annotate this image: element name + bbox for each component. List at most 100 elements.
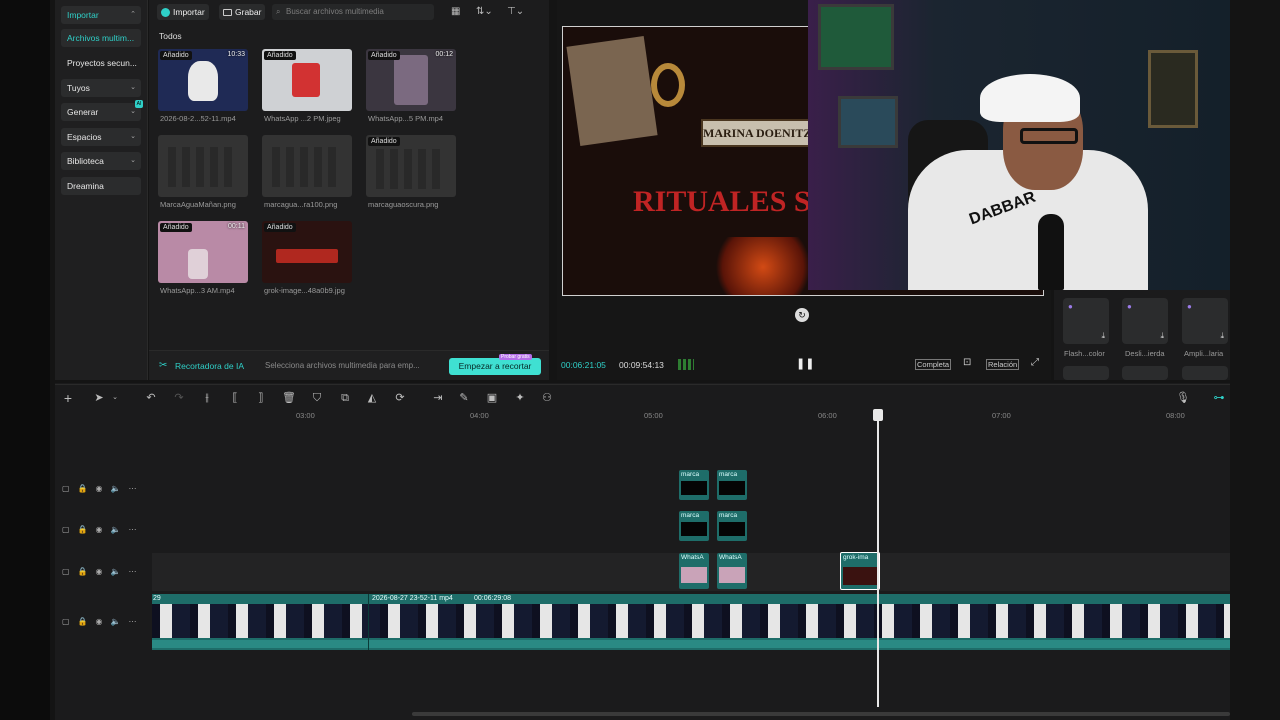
- timeline-panel: [55, 383, 1230, 720]
- sidebar-item-spaces[interactable]: Espacios ⌄: [61, 128, 141, 146]
- sort-icon[interactable]: ⇅⌄: [476, 6, 493, 17]
- view-grid-icon[interactable]: ▦: [451, 6, 460, 17]
- magic-wand-icon[interactable]: ✦: [513, 391, 527, 405]
- track-controls[interactable]: ▢🔒◉🔈⋯: [62, 484, 144, 493]
- added-badge: Añadido: [160, 223, 192, 232]
- mirror-icon[interactable]: ◭: [365, 391, 379, 405]
- sidebar-item-label: Proyectos secun...: [67, 58, 137, 68]
- caption-text: RITUALES SATÁ: [633, 185, 813, 218]
- media-item-image[interactable]: [262, 135, 352, 197]
- delete-icon[interactable]: 🗑: [282, 391, 296, 405]
- split-icon[interactable]: ⫲: [200, 391, 214, 405]
- media-item-image[interactable]: Añadido: [262, 221, 352, 283]
- caption-icon[interactable]: ▣: [485, 391, 499, 405]
- aspect-ratio-button[interactable]: Relación: [986, 359, 1020, 370]
- media-item-video[interactable]: Añadido 00:12: [366, 49, 456, 111]
- add-track-icon[interactable]: +: [61, 391, 75, 405]
- split-right-icon[interactable]: ⟧: [254, 391, 268, 405]
- clip-thumbnail: [681, 522, 707, 536]
- link-toggle-icon[interactable]: ⊶: [1212, 391, 1226, 405]
- effect-card[interactable]: ● ⤓: [1182, 298, 1228, 344]
- clip-thumbnail: [719, 567, 745, 583]
- chevron-down-icon[interactable]: ⌄: [108, 391, 122, 405]
- overlay-clip[interactable]: marca: [679, 511, 709, 541]
- freeze-icon[interactable]: ⇥: [431, 391, 445, 405]
- effect-name: Flash...color: [1064, 349, 1105, 358]
- crop-icon[interactable]: ⧉: [338, 391, 352, 405]
- track-controls[interactable]: ▢🔒◉🔈⋯: [62, 525, 144, 534]
- sidebar-item-secondary-projects[interactable]: Proyectos secun...: [61, 54, 141, 72]
- shield-icon[interactable]: ⛉: [310, 391, 324, 405]
- screenshot-icon[interactable]: ⊡: [963, 357, 971, 368]
- main-video-track[interactable]: 29 2026-08-27 23-52-11 mp4 00:06:29:08: [152, 594, 1230, 650]
- person-detect-icon[interactable]: ⚇: [540, 391, 554, 405]
- playhead[interactable]: [877, 411, 879, 707]
- filmstrip-thumbnails: [152, 604, 1230, 638]
- chevron-down-icon: ⌄: [130, 133, 136, 140]
- effect-card[interactable]: ● ⤓: [1063, 298, 1109, 344]
- sidebar-item-yours[interactable]: Tuyos ⌄: [61, 79, 141, 97]
- playhead-handle[interactable]: [873, 409, 883, 421]
- video-clip[interactable]: WhatsA: [717, 553, 747, 589]
- media-item-video[interactable]: Añadido 10:33: [158, 49, 248, 111]
- start-trimming-button[interactable]: Empezar a recortar: [449, 358, 541, 375]
- microphone-icon[interactable]: 🎙: [1176, 391, 1190, 405]
- record-button[interactable]: Grabar: [219, 4, 266, 20]
- search-icon: ⌕: [276, 7, 281, 16]
- chevron-up-icon: ⌃: [130, 11, 136, 18]
- sidebar-import-label: Importar: [67, 10, 99, 20]
- current-time: 00:06:21:05: [561, 360, 606, 370]
- track-controls[interactable]: ▢🔒◉🔈⋯: [62, 567, 144, 576]
- speed-icon[interactable]: ✎: [457, 391, 471, 405]
- video-clip[interactable]: WhatsA: [679, 553, 709, 589]
- rotate-handle-icon[interactable]: ↻: [795, 308, 809, 322]
- clip-start-label: 29: [153, 595, 161, 602]
- redo-icon[interactable]: ↷: [172, 391, 186, 405]
- media-item-name: WhatsApp...5 PM.mp4: [368, 114, 444, 123]
- download-icon[interactable]: ⤓: [1101, 331, 1105, 341]
- pause-icon[interactable]: ❚❚: [796, 357, 814, 370]
- sidebar-item-label: Biblioteca: [67, 156, 104, 166]
- sidebar-item-library[interactable]: Biblioteca ⌄: [61, 152, 141, 170]
- split-left-icon[interactable]: ⟦: [228, 391, 242, 405]
- filter-icon[interactable]: ⊤⌄: [507, 6, 524, 17]
- select-tool-icon[interactable]: ➤: [92, 391, 106, 405]
- watermark-thumbnail-icon: [168, 147, 238, 187]
- download-icon[interactable]: ⤓: [1160, 331, 1164, 341]
- free-trial-badge: Probar gratis: [499, 354, 532, 360]
- sidebar-import[interactable]: Importar ⌃: [61, 6, 141, 24]
- clip-thumbnail: [681, 481, 707, 495]
- clip-label: marca: [719, 471, 738, 478]
- clip-label: marca: [681, 471, 700, 478]
- import-button-label: Importar: [173, 7, 205, 17]
- media-item-name: WhatsApp...3 AM.mp4: [160, 286, 235, 295]
- download-icon[interactable]: ⤓: [1220, 331, 1224, 341]
- rotate-icon[interactable]: ⟳: [393, 391, 407, 405]
- overlay-clip[interactable]: marca: [679, 470, 709, 500]
- effect-card[interactable]: [1182, 366, 1228, 380]
- effect-card[interactable]: [1063, 366, 1109, 380]
- sidebar-item-generate[interactable]: Generar ⌄ AI: [61, 100, 143, 121]
- timeline-scrollbar[interactable]: [412, 712, 1230, 716]
- media-item-image[interactable]: [158, 135, 248, 197]
- clip-label: WhatsA: [719, 554, 742, 561]
- track-controls[interactable]: ▢🔒◉🔈⋯: [62, 617, 144, 626]
- person-thumbnail-icon: [292, 63, 320, 97]
- clip-thumbnail: [843, 567, 877, 585]
- image-clip-selected[interactable]: grok-ima: [840, 552, 880, 590]
- import-button[interactable]: Importar: [157, 4, 209, 20]
- sidebar-item-media-files[interactable]: Archivos multim...: [61, 29, 141, 47]
- full-quality-button[interactable]: Completa: [915, 359, 952, 370]
- effect-card[interactable]: ● ⤓: [1122, 298, 1168, 344]
- media-item-video[interactable]: Añadido 00:11: [158, 221, 248, 283]
- media-item-image[interactable]: Añadido: [262, 49, 352, 111]
- overlay-clip[interactable]: marca: [717, 470, 747, 500]
- sidebar-item-dreamina[interactable]: Dreamina: [61, 177, 141, 195]
- ruler-tick: 05:00: [644, 411, 663, 420]
- media-item-image[interactable]: Añadido: [366, 135, 456, 197]
- fullscreen-icon[interactable]: ⤢: [1031, 357, 1039, 368]
- effect-card[interactable]: [1122, 366, 1168, 380]
- undo-icon[interactable]: ↶: [144, 391, 158, 405]
- search-input[interactable]: ⌕ Buscar archivos multimedia: [272, 4, 434, 20]
- overlay-clip[interactable]: marca: [717, 511, 747, 541]
